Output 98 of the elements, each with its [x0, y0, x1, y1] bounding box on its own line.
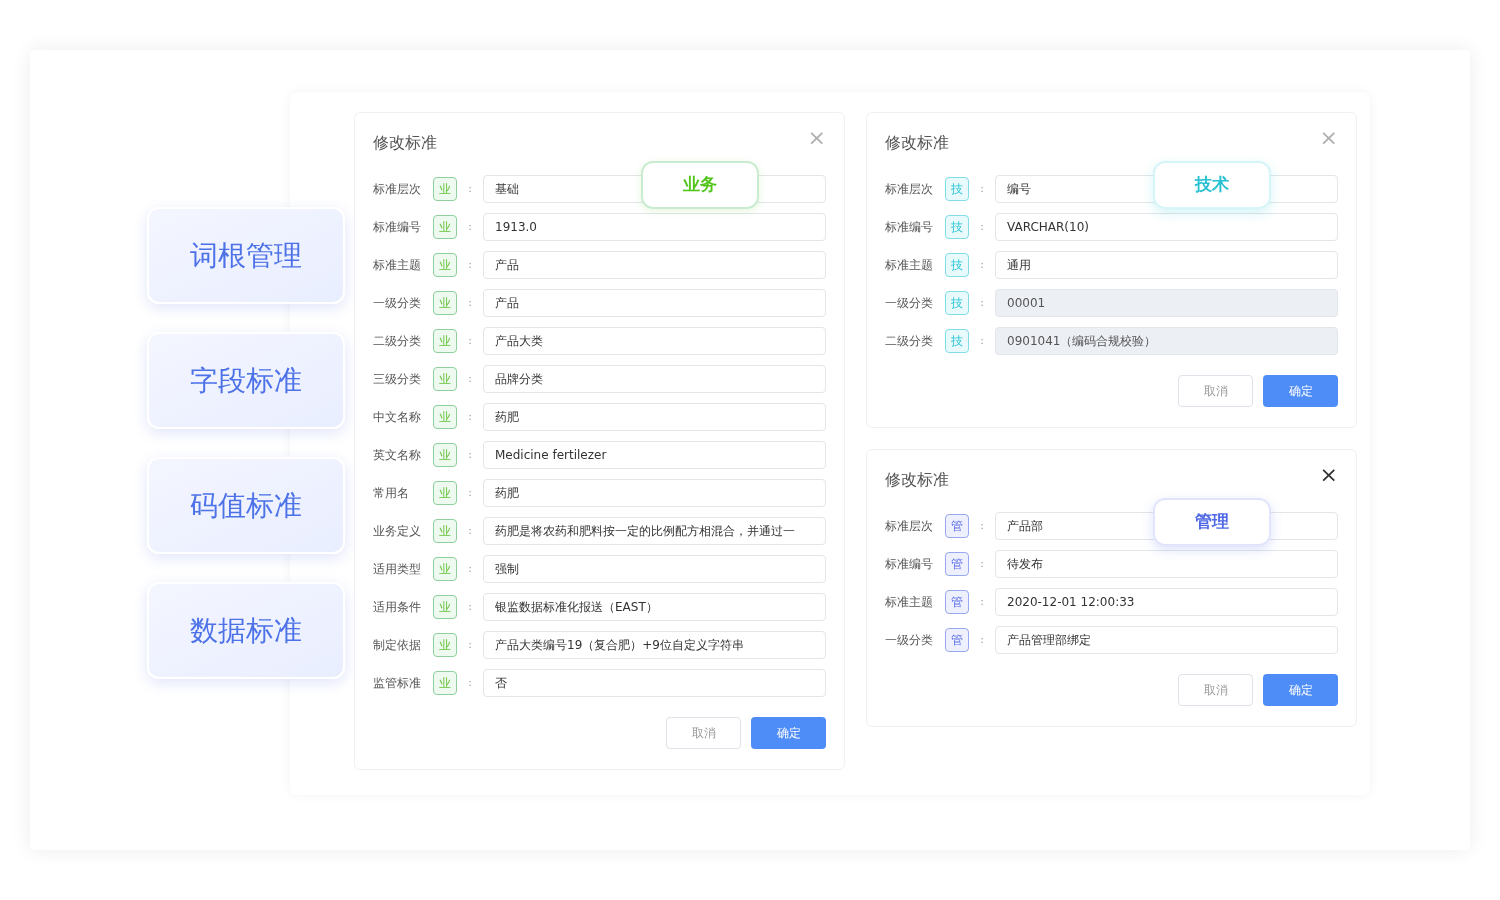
field-label: 监管标准 — [373, 675, 422, 692]
field-label: 二级分类 — [373, 333, 422, 350]
colon: : — [467, 522, 473, 539]
category-tag: 业 — [433, 253, 457, 277]
input-field[interactable]: 1913.0 — [483, 213, 826, 241]
nav-card[interactable]: 码值标准 — [147, 457, 345, 554]
category-tag: 业 — [433, 405, 457, 429]
category-tag: 业 — [433, 481, 457, 505]
field-label: 一级分类 — [885, 632, 934, 649]
category-tag: 业 — [433, 367, 457, 391]
category-tag: 管 — [945, 514, 969, 538]
input-field[interactable]: 产品 — [483, 251, 826, 279]
input-field[interactable]: 产品大类编号19（复合肥）+9位自定义字符串 — [483, 631, 826, 659]
field-label: 中文名称 — [373, 409, 422, 426]
field-label: 业务定义 — [373, 523, 422, 540]
input-field[interactable]: 药肥 — [483, 403, 826, 431]
input-field[interactable]: 产品 — [483, 289, 826, 317]
field-label: 英文名称 — [373, 447, 422, 464]
category-tag: 技 — [945, 253, 969, 277]
category-tag: 业 — [433, 671, 457, 695]
category-tag: 技 — [945, 329, 969, 353]
colon: : — [467, 332, 473, 349]
nav-card[interactable]: 数据标准 — [147, 582, 345, 679]
category-badge: 管理 — [1153, 498, 1271, 546]
category-tag: 业 — [433, 443, 457, 467]
dialog-title: 修改标准 — [373, 132, 437, 154]
colon: : — [979, 180, 985, 197]
input-field[interactable]: 品牌分类 — [483, 365, 826, 393]
input-field[interactable]: 强制 — [483, 555, 826, 583]
colon: : — [979, 631, 985, 648]
field-label: 标准主题 — [885, 257, 934, 274]
nav-card[interactable]: 词根管理 — [147, 207, 345, 304]
field-label: 一级分类 — [885, 295, 934, 312]
colon: : — [979, 256, 985, 273]
input-field[interactable]: 产品管理部绑定 — [995, 626, 1338, 654]
category-tag: 业 — [433, 215, 457, 239]
category-tag: 业 — [433, 557, 457, 581]
colon: : — [467, 598, 473, 615]
field-label: 标准主题 — [885, 594, 934, 611]
field-label: 制定依据 — [373, 637, 422, 654]
colon: : — [467, 560, 473, 577]
colon: : — [467, 446, 473, 463]
dialog-title: 修改标准 — [885, 132, 949, 154]
category-tag: 管 — [945, 552, 969, 576]
input-field[interactable]: 否 — [483, 669, 826, 697]
colon: : — [467, 636, 473, 653]
category-tag: 业 — [433, 519, 457, 543]
category-tag: 技 — [945, 215, 969, 239]
input-field[interactable]: 银监数据标准化报送（EAST） — [483, 593, 826, 621]
close-button[interactable]: × — [1319, 464, 1338, 486]
colon: : — [467, 180, 473, 197]
category-tag: 业 — [433, 291, 457, 315]
field-label: 适用条件 — [373, 599, 422, 616]
colon: : — [979, 294, 985, 311]
input-field[interactable]: 产品大类 — [483, 327, 826, 355]
category-tag: 业 — [433, 633, 457, 657]
colon: : — [467, 484, 473, 501]
category-tag: 业 — [433, 177, 457, 201]
category-tag: 管 — [945, 590, 969, 614]
colon: : — [467, 256, 473, 273]
category-tag: 业 — [433, 595, 457, 619]
colon: : — [467, 408, 473, 425]
field-label: 标准层次 — [373, 181, 422, 198]
colon: : — [979, 332, 985, 349]
category-tag: 业 — [433, 329, 457, 353]
input-field[interactable]: VARCHAR(10) — [995, 213, 1338, 241]
dialog-title: 修改标准 — [885, 469, 949, 491]
input-field[interactable]: 待发布 — [995, 550, 1338, 578]
field-label: 标准层次 — [885, 518, 934, 535]
colon: : — [979, 517, 985, 534]
category-tag: 技 — [945, 291, 969, 315]
field-label: 二级分类 — [885, 333, 934, 350]
field-label: 常用名 — [373, 485, 410, 502]
field-label: 标准编号 — [885, 556, 934, 573]
input-field[interactable]: 2020-12-01 12:00:33 — [995, 588, 1338, 616]
field-label: 标准编号 — [373, 219, 422, 236]
nav-card[interactable]: 字段标准 — [147, 332, 345, 429]
input-field[interactable]: 通用 — [995, 251, 1338, 279]
colon: : — [979, 555, 985, 572]
category-badge: 技术 — [1153, 161, 1271, 209]
category-badge: 业务 — [641, 161, 759, 209]
category-tag: 管 — [945, 628, 969, 652]
colon: : — [979, 593, 985, 610]
input-field[interactable]: 药肥 — [483, 479, 826, 507]
category-tag: 技 — [945, 177, 969, 201]
colon: : — [467, 674, 473, 691]
input-field[interactable]: Medicine fertilezer — [483, 441, 826, 469]
field-label: 三级分类 — [373, 371, 422, 388]
field-label: 标准主题 — [373, 257, 422, 274]
field-label: 标准编号 — [885, 219, 934, 236]
colon: : — [467, 218, 473, 235]
field-label: 标准层次 — [885, 181, 934, 198]
field-label: 一级分类 — [373, 295, 422, 312]
colon: : — [467, 370, 473, 387]
field-label: 适用类型 — [373, 561, 422, 578]
input-field[interactable]: 药肥是将农药和肥料按一定的比例配方相混合，并通过一 — [483, 517, 826, 545]
colon: : — [979, 218, 985, 235]
colon: : — [467, 294, 473, 311]
